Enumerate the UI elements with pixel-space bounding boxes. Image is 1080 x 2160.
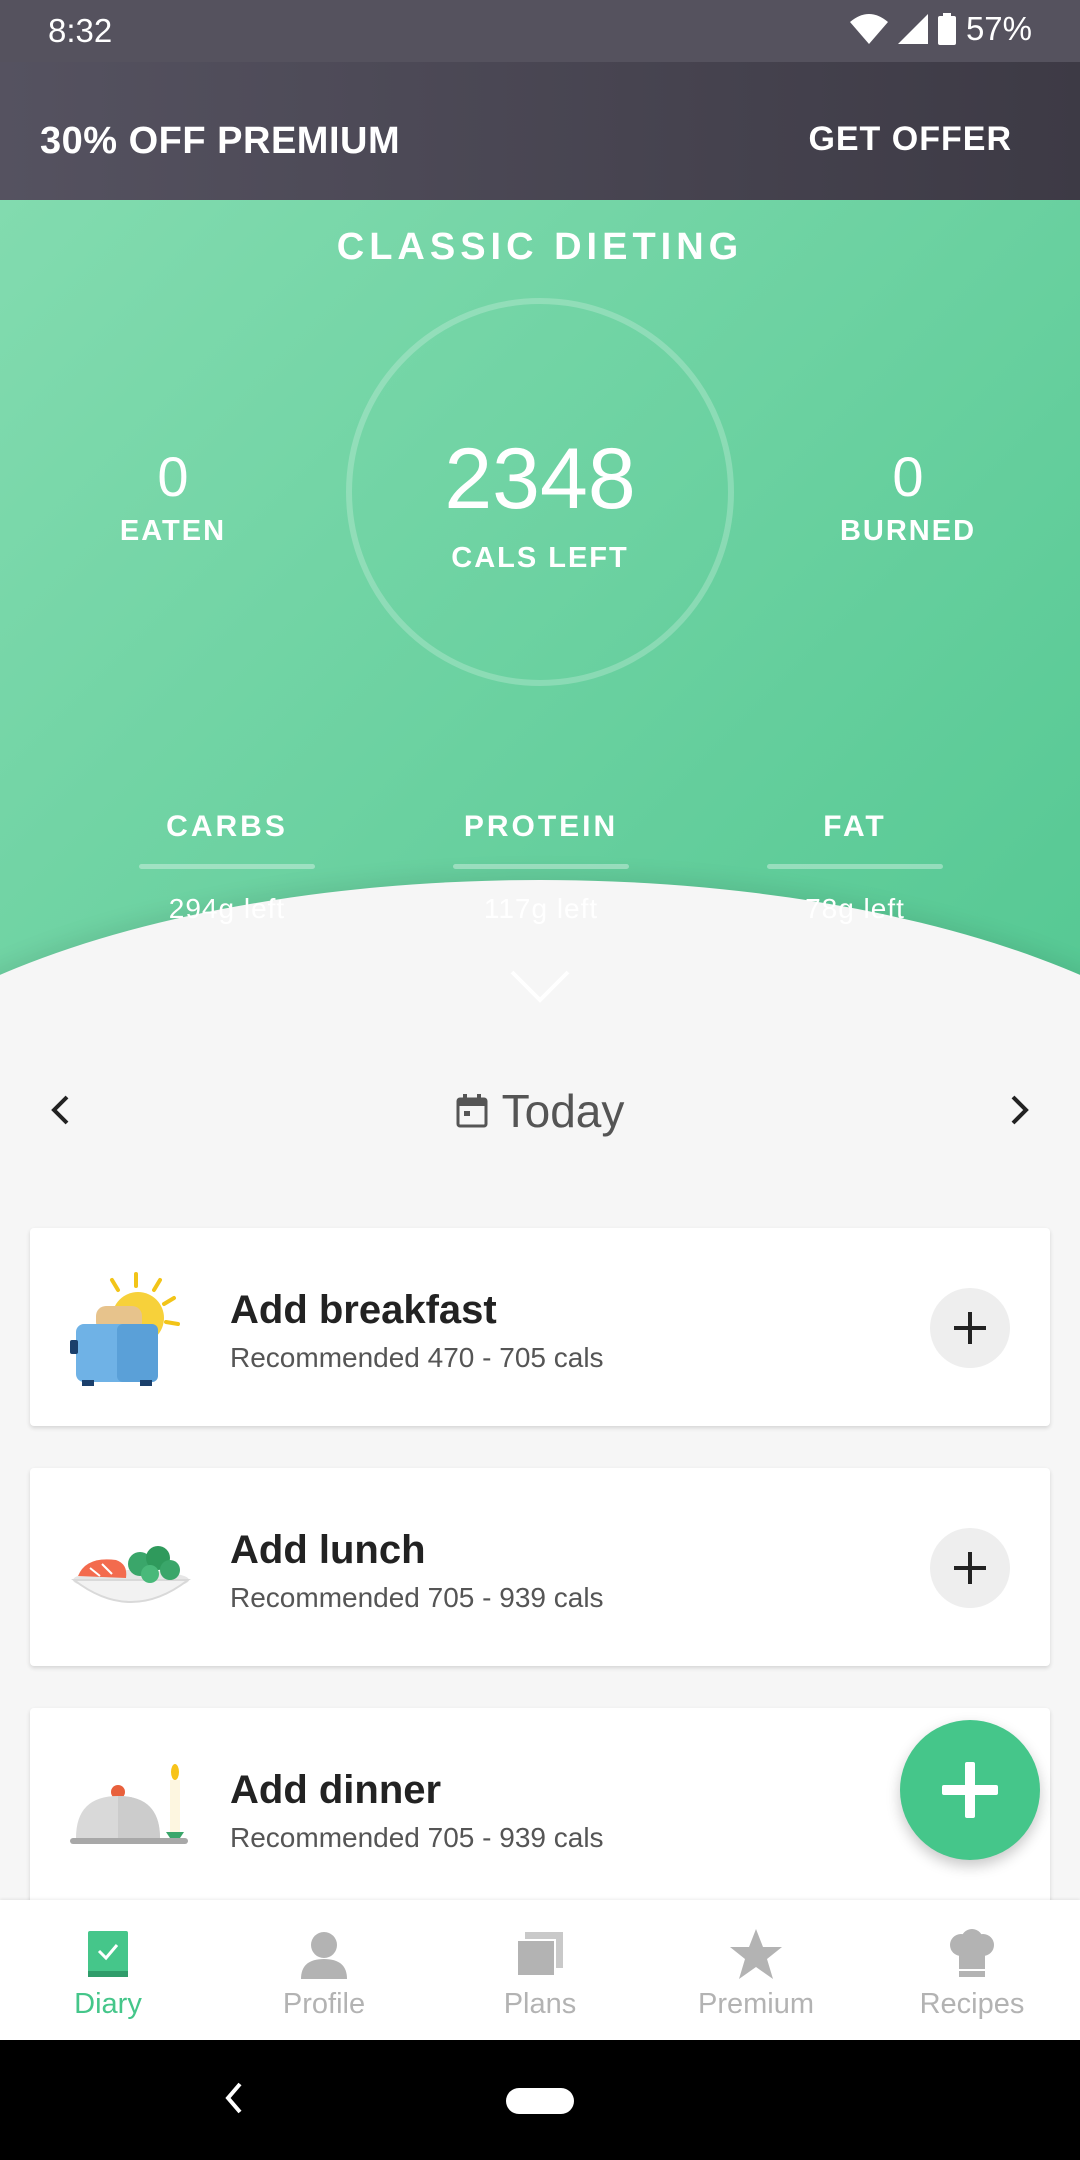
add-breakfast-button[interactable] (930, 1288, 1010, 1368)
macro-left: 294g left (168, 893, 286, 924)
salad-bowl-icon (71, 1546, 191, 1603)
nav-item-profile[interactable]: Profile (216, 1900, 432, 2040)
nav-label: Plans (503, 1988, 577, 2020)
burned-label: BURNED (839, 515, 977, 547)
meal-card-breakfast[interactable]: Add breakfast Recommended 470 - 705 cals (30, 1228, 1050, 1426)
date-navigation: Today (0, 1070, 1080, 1150)
date-label: Today (501, 1085, 625, 1137)
nav-item-plans[interactable]: Plans (432, 1900, 648, 2040)
signal-icon (897, 14, 928, 44)
macro-name: PROTEIN (463, 810, 619, 843)
add-lunch-button[interactable] (930, 1528, 1010, 1608)
burned-stat: 0 BURNED (788, 444, 1028, 548)
add-food-fab[interactable] (900, 1720, 1040, 1860)
meal-title: Add breakfast (230, 1288, 497, 1332)
macro-left: 78g left (805, 893, 905, 924)
status-icons: 57% (849, 10, 1032, 48)
expand-chevron-icon[interactable] (510, 970, 570, 1004)
star-icon (726, 1926, 786, 1982)
meal-title: Add lunch (230, 1528, 426, 1572)
nav-label: Premium (697, 1988, 814, 2020)
status-time: 8:32 (48, 12, 113, 49)
plans-icon (510, 1926, 570, 1982)
macro-fat: FAT 78g left (767, 810, 943, 925)
eaten-stat: 0 EATEN (53, 444, 293, 548)
promo-text: 30% OFF PREMIUM (40, 120, 401, 162)
toaster-icon (70, 1272, 180, 1386)
nav-item-recipes[interactable]: Recipes (864, 1900, 1080, 2040)
macro-progress-bar (139, 864, 315, 869)
profile-icon (294, 1926, 354, 1982)
next-day-button[interactable] (998, 1088, 1042, 1132)
home-button[interactable] (506, 2088, 574, 2114)
plus-icon (954, 1552, 986, 1584)
cloche-candle-icon (70, 1764, 188, 1844)
meal-card-lunch[interactable]: Add lunch Recommended 705 - 939 cals (30, 1468, 1050, 1666)
meal-recommendation: Recommended 470 - 705 cals (230, 1342, 604, 1373)
macro-name: FAT (823, 810, 887, 843)
wifi-icon (849, 14, 888, 44)
plan-title: CLASSIC DIETING (336, 226, 744, 268)
bottom-navigation: Diary Profile Plans Premium Recipes (0, 1900, 1080, 2040)
macro-name: CARBS (166, 810, 288, 843)
macro-carbs: CARBS 294g left (139, 810, 315, 925)
macro-progress-bar (767, 864, 943, 869)
macro-left: 117g left (483, 893, 599, 924)
meal-recommendation: Recommended 705 - 939 cals (230, 1822, 604, 1853)
get-offer-button[interactable]: GET OFFER (808, 120, 1012, 159)
battery-percent: 57% (965, 10, 1032, 47)
chef-hat-icon (942, 1926, 1002, 1982)
burned-value: 0 (892, 445, 924, 508)
nav-item-diary[interactable]: Diary (0, 1900, 216, 2040)
plus-icon (954, 1312, 986, 1344)
calorie-summary: CLASSIC DIETING 2348 CALS LEFT 0 EATEN 0… (0, 200, 1080, 1050)
back-icon[interactable] (222, 2080, 244, 2116)
macro-progress-bar (453, 864, 629, 869)
meal-title: Add dinner (230, 1768, 442, 1812)
nav-item-premium[interactable]: Premium (648, 1900, 864, 2040)
macro-protein: PROTEIN 117g left (453, 810, 629, 925)
plus-icon (942, 1762, 998, 1818)
promo-banner[interactable]: 30% OFF PREMIUM GET OFFER (0, 62, 1080, 200)
diary-icon (78, 1926, 138, 1982)
meal-recommendation: Recommended 705 - 939 cals (230, 1582, 604, 1613)
calendar-icon (456, 1094, 488, 1128)
nav-label: Recipes (919, 1988, 1025, 2020)
system-navigation-bar (0, 2040, 1080, 2160)
chevron-right-icon (1011, 1095, 1029, 1125)
nav-label: Profile (282, 1988, 366, 2020)
eaten-label: EATEN (119, 515, 227, 547)
battery-icon (937, 13, 956, 45)
nav-label: Diary (74, 1988, 142, 2020)
eaten-value: 0 (157, 445, 189, 508)
date-selector[interactable]: Today (0, 1084, 1080, 1138)
status-bar: 8:32 57% (0, 0, 1080, 62)
